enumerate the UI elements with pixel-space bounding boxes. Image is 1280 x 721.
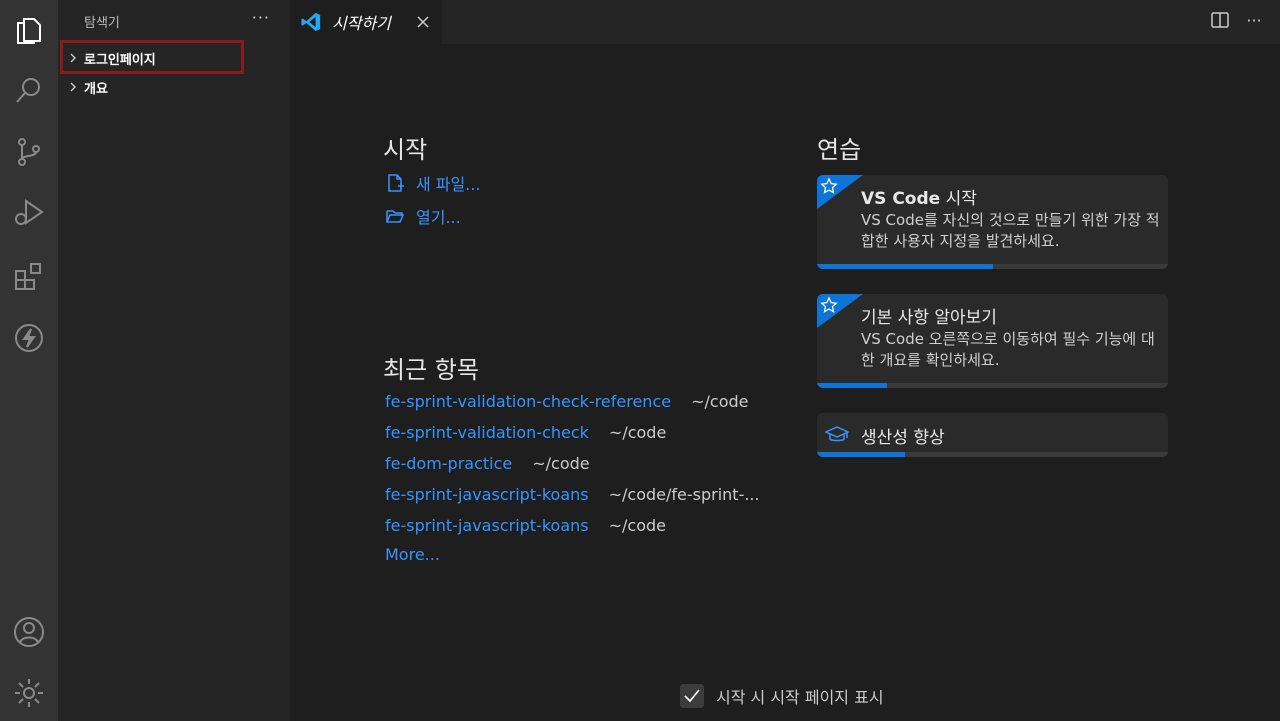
card-title: 생산성 향상 [861, 428, 945, 448]
walkthrough-card-get-started[interactable]: VS Code 시작 VS Code를 자신의 것으로 만들기 위한 가장 적합… [817, 175, 1168, 269]
graduation-cap-icon [825, 426, 849, 442]
explorer-sidebar: 탐색기 ··· 로그인페이지 개요 [58, 0, 290, 721]
tree-item-label: 로그인페이지 [84, 52, 156, 68]
startup-checkbox[interactable] [680, 684, 704, 708]
lightning-icon[interactable] [9, 318, 49, 358]
tab-actions: ··· [1210, 10, 1264, 30]
chevron-right-icon [66, 82, 80, 92]
tree-item-label: 개요 [84, 81, 108, 97]
tree-item-outline[interactable]: 개요 [58, 74, 290, 100]
source-control-icon[interactable] [9, 132, 49, 172]
extensions-icon[interactable] [9, 256, 49, 296]
split-editor-icon[interactable] [1210, 10, 1230, 30]
checkmark-icon [684, 689, 700, 703]
card-title: VS Code 시작 [861, 189, 977, 209]
explorer-icon[interactable] [9, 10, 49, 50]
card-progress-bar [817, 383, 1168, 388]
new-file-icon [388, 174, 404, 192]
activity-bar [0, 0, 58, 721]
star-badge-icon [817, 175, 863, 209]
recent-item-path: ~/code [608, 515, 666, 535]
recent-item-path: ~/code [691, 391, 749, 411]
recent-item-name[interactable]: fe-dom-practice [385, 454, 512, 473]
new-file-link[interactable]: 새 파일... [385, 171, 481, 195]
recent-item-name[interactable]: fe-sprint-validation-check-reference [385, 392, 671, 411]
progress-fill [817, 264, 993, 269]
account-icon[interactable] [9, 612, 49, 652]
card-description: VS Code 오른쪽으로 이동하여 필수 기능에 대한 개요를 확인하세요. [861, 330, 1155, 369]
welcome-page: 시작 새 파일... 열기... 최근 항목 fe-sprint-validat… [290, 44, 1280, 721]
new-file-label: 새 파일... [416, 175, 481, 194]
star-badge-icon [817, 294, 863, 328]
recent-item-path: ~/code [608, 422, 667, 442]
tree-item-login-page[interactable]: 로그인페이지 [58, 45, 290, 71]
recent-item: fe-sprint-validation-check-reference ~/c… [385, 390, 748, 412]
recent-item: fe-sprint-javascript-koans ~/code [385, 514, 666, 536]
sidebar-title: 탐색기 [84, 16, 120, 31]
card-progress-bar [817, 264, 1168, 269]
recent-item-name[interactable]: fe-sprint-validation-check [385, 423, 589, 442]
more-actions-icon[interactable]: ··· [252, 8, 270, 27]
vscode-logo-icon [301, 12, 321, 32]
settings-gear-icon[interactable] [9, 673, 49, 713]
progress-fill [817, 383, 888, 388]
editor-tab-bar: 시작하기 ··· [290, 0, 1280, 44]
start-heading: 시작 [383, 136, 428, 164]
more-actions-icon[interactable]: ··· [1244, 10, 1264, 30]
recent-item-name[interactable]: fe-sprint-javascript-koans [385, 485, 589, 504]
run-debug-icon[interactable] [9, 192, 49, 232]
close-icon[interactable] [414, 13, 432, 31]
recent-item: fe-sprint-javascript-koans ~/code/fe-spr… [385, 483, 760, 505]
card-progress-bar [817, 452, 1168, 457]
folder-open-icon [386, 210, 405, 223]
startup-checkbox-label: 시작 시 시작 페이지 표시 [716, 688, 884, 707]
tab-label: 시작하기 [332, 14, 391, 33]
card-description: VS Code를 자신의 것으로 만들기 위한 가장 적합한 사용자 지정을 발… [861, 211, 1160, 250]
more-recent-link[interactable]: More... [385, 545, 440, 564]
recent-item-name[interactable]: fe-sprint-javascript-koans [385, 516, 589, 535]
sidebar-header: 탐색기 ··· [58, 0, 290, 42]
recent-item: fe-dom-practice ~/code [385, 452, 590, 474]
walkthrough-card-fundamentals[interactable]: 기본 사항 알아보기 VS Code 오른쪽으로 이동하여 필수 기능에 대한 … [817, 294, 1168, 388]
open-label: 열기... [416, 208, 461, 227]
walkthroughs-heading: 연습 [817, 136, 862, 164]
card-title: 기본 사항 알아보기 [861, 308, 997, 328]
recent-item-path: ~/code/fe-sprint-... [608, 484, 760, 504]
progress-fill [817, 452, 905, 457]
recent-item-path: ~/code [532, 453, 590, 473]
tab-getting-started[interactable]: 시작하기 [290, 0, 442, 44]
search-icon[interactable] [9, 70, 49, 110]
recent-heading: 최근 항목 [383, 356, 479, 384]
open-folder-link[interactable]: 열기... [385, 204, 461, 228]
recent-item: fe-sprint-validation-check ~/code [385, 421, 666, 443]
chevron-right-icon [66, 53, 80, 63]
walkthrough-card-productivity[interactable]: 생산성 향상 [817, 413, 1168, 457]
show-welcome-on-startup: 시작 시 시작 페이지 표시 [680, 684, 884, 708]
